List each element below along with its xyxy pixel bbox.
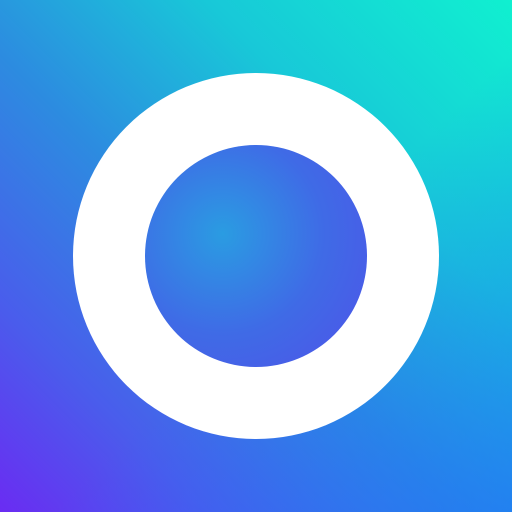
app-icon: [0, 0, 512, 512]
ring-logo-icon: [73, 73, 439, 439]
ring-inner-hole: [145, 145, 367, 367]
